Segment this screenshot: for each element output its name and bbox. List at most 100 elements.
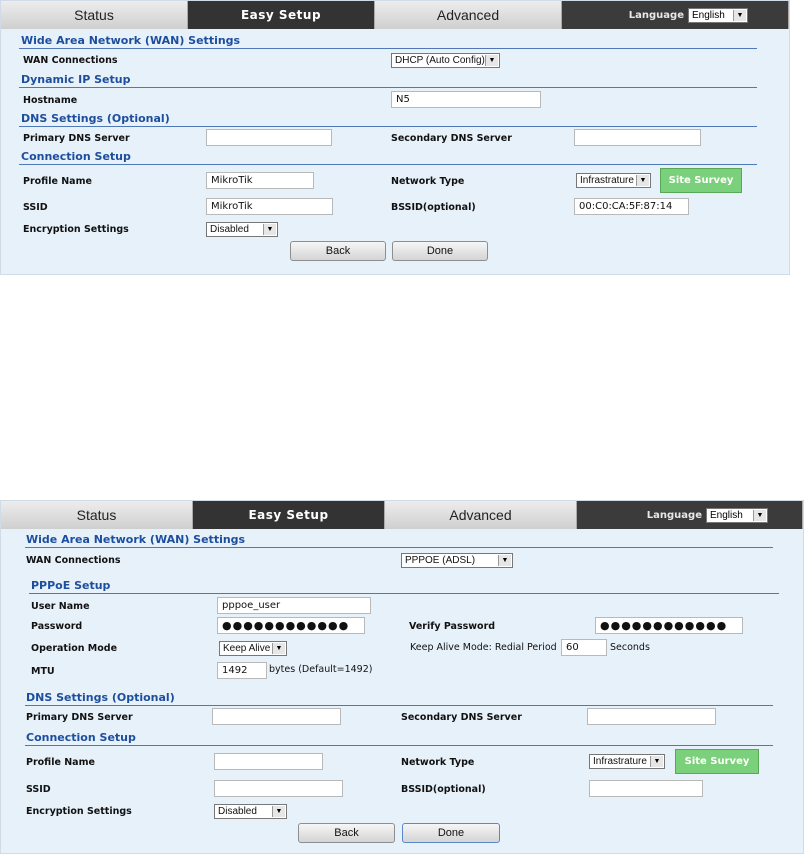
connection-section-title: Connection Setup (26, 731, 136, 744)
secondary-dns-label: Secondary DNS Server (401, 712, 522, 723)
bssid-label: BSSID(optional) (391, 202, 476, 213)
section-divider (25, 705, 773, 706)
chevron-down-icon: ▼ (263, 224, 276, 235)
primary-dns-input[interactable] (206, 129, 332, 146)
wan-connections-value: PPPOE (ADSL) (405, 555, 476, 566)
back-button[interactable]: Back (298, 823, 395, 843)
bssid-input[interactable]: 00:C0:CA:5F:87:14 (574, 198, 689, 215)
encryption-label: Encryption Settings (23, 224, 129, 235)
language-select[interactable]: English ▼ (706, 507, 768, 523)
wan-section-title: Wide Area Network (WAN) Settings (26, 533, 246, 546)
wan-connections-select[interactable]: DHCP (Auto Config) ▼ (391, 53, 500, 68)
profile-name-input[interactable]: MikroTik (206, 172, 314, 189)
encryption-select[interactable]: Disabled ▼ (214, 804, 287, 819)
dhcp-setup-panel: Status Easy Setup Advanced Language Engl… (0, 0, 790, 275)
section-divider (25, 547, 773, 548)
network-type-select[interactable]: Infrastrature ▼ (576, 173, 651, 188)
profile-name-input[interactable] (214, 753, 323, 770)
section-divider (19, 48, 757, 49)
section-divider (19, 126, 757, 127)
language-label: Language (628, 9, 684, 21)
dns-section-title: DNS Settings (Optional) (21, 112, 170, 125)
username-label: User Name (31, 601, 90, 612)
ssid-label: SSID (26, 784, 51, 795)
back-button[interactable]: Back (290, 241, 386, 261)
tab-status[interactable]: Status (1, 1, 188, 29)
top-tab-bar: Status Easy Setup Advanced Language Engl… (1, 501, 803, 529)
password-label: Password (31, 621, 83, 632)
pppoe-section-title: PPPoE Setup (31, 579, 111, 592)
section-divider (25, 745, 773, 746)
site-survey-button[interactable]: Site Survey (660, 168, 742, 193)
wan-connections-select[interactable]: PPPOE (ADSL) ▼ (401, 553, 513, 568)
tab-advanced[interactable]: Advanced (375, 1, 562, 29)
dns-section-title: DNS Settings (Optional) (26, 691, 175, 704)
site-survey-button[interactable]: Site Survey (675, 749, 759, 774)
language-label: Language (646, 509, 702, 521)
tab-easy-setup[interactable]: Easy Setup (188, 1, 375, 29)
username-input[interactable]: pppoe_user (217, 597, 371, 614)
operation-mode-select[interactable]: Keep Alive ▼ (219, 641, 287, 656)
chevron-down-icon: ▼ (650, 756, 663, 767)
verify-password-label: Verify Password (409, 621, 496, 632)
chevron-down-icon: ▼ (733, 9, 746, 21)
bssid-label: BSSID(optional) (401, 784, 486, 795)
secondary-dns-input[interactable] (574, 129, 701, 146)
language-select[interactable]: English ▼ (688, 7, 748, 23)
hostname-input[interactable]: N5 (391, 91, 541, 108)
chevron-down-icon: ▼ (498, 555, 511, 566)
encryption-value: Disabled (210, 224, 249, 235)
connection-section-title: Connection Setup (21, 150, 131, 163)
verify-password-input[interactable]: ●●●●●●●●●●●● (595, 617, 743, 634)
operation-mode-value: Keep Alive (223, 643, 271, 654)
profile-name-label: Profile Name (23, 176, 92, 187)
wan-connections-label: WAN Connections (26, 555, 121, 566)
section-divider (29, 593, 779, 594)
network-type-select[interactable]: Infrastrature ▼ (589, 754, 665, 769)
language-area: Language English ▼ (562, 1, 789, 29)
encryption-value: Disabled (218, 806, 257, 817)
encryption-label: Encryption Settings (26, 806, 132, 817)
primary-dns-label: Primary DNS Server (23, 133, 130, 144)
seconds-label: Seconds (610, 642, 650, 653)
network-type-value: Infrastrature (580, 175, 634, 186)
chevron-down-icon: ▼ (753, 509, 766, 521)
mtu-hint: bytes (Default=1492) (269, 664, 373, 675)
section-divider (19, 87, 757, 88)
network-type-value: Infrastrature (593, 756, 647, 767)
tab-easy-setup[interactable]: Easy Setup (193, 501, 385, 529)
mtu-label: MTU (31, 666, 55, 677)
secondary-dns-label: Secondary DNS Server (391, 133, 512, 144)
operation-mode-label: Operation Mode (31, 643, 118, 654)
done-button[interactable]: Done (392, 241, 488, 261)
language-value: English (692, 9, 725, 21)
bssid-input[interactable] (589, 780, 703, 797)
mtu-input[interactable]: 1492 (217, 662, 267, 679)
top-tab-bar: Status Easy Setup Advanced Language Engl… (1, 1, 789, 29)
tab-advanced[interactable]: Advanced (385, 501, 577, 529)
secondary-dns-input[interactable] (587, 708, 716, 725)
password-input[interactable]: ●●●●●●●●●●●● (217, 617, 365, 634)
chevron-down-icon: ▼ (272, 806, 285, 817)
done-button[interactable]: Done (402, 823, 500, 843)
ssid-input[interactable] (214, 780, 343, 797)
ssid-input[interactable]: MikroTik (206, 198, 333, 215)
network-type-label: Network Type (391, 176, 465, 187)
language-area: Language English ▼ (577, 501, 803, 529)
wan-section-title: Wide Area Network (WAN) Settings (21, 34, 241, 47)
chevron-down-icon: ▼ (636, 175, 649, 186)
chevron-down-icon: ▼ (272, 643, 285, 654)
network-type-label: Network Type (401, 757, 475, 768)
dynamic-ip-section-title: Dynamic IP Setup (21, 73, 131, 86)
ssid-label: SSID (23, 202, 48, 213)
encryption-select[interactable]: Disabled ▼ (206, 222, 278, 237)
chevron-down-icon: ▼ (485, 55, 498, 66)
section-divider (19, 164, 757, 165)
language-value: English (710, 509, 743, 521)
primary-dns-input[interactable] (212, 708, 341, 725)
pppoe-setup-panel: Status Easy Setup Advanced Language Engl… (0, 500, 804, 854)
wan-connections-value: DHCP (Auto Config) (395, 55, 485, 66)
tab-status[interactable]: Status (1, 501, 193, 529)
profile-name-label: Profile Name (26, 757, 95, 768)
redial-period-input[interactable]: 60 (561, 639, 607, 656)
